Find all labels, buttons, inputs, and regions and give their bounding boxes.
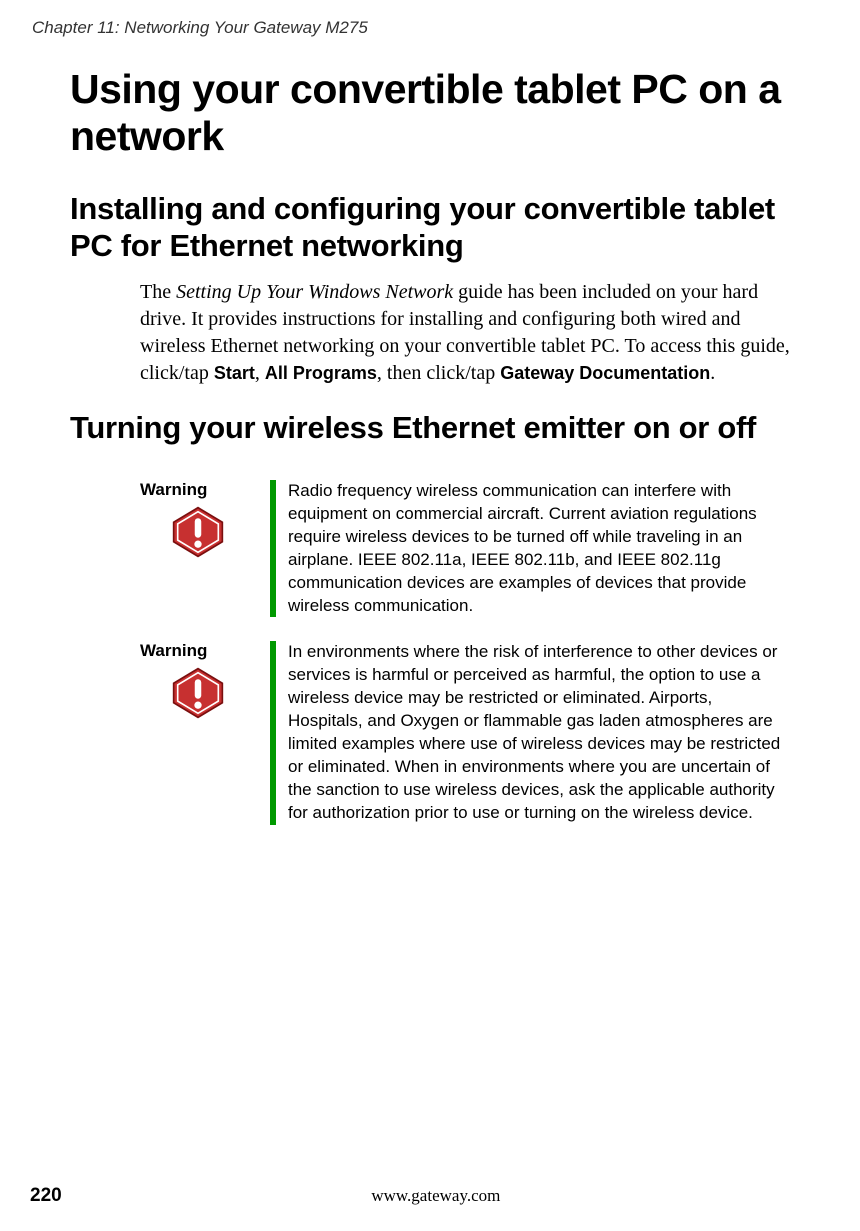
warning-icon (172, 506, 260, 558)
warning-box: Warning Radio frequency wireless communi… (140, 480, 810, 618)
text-fragment: . (710, 362, 715, 384)
text-fragment: , (255, 362, 265, 384)
text-fragment: The (140, 281, 176, 303)
page-title: Using your convertible tablet PC on a ne… (70, 66, 810, 160)
section-heading-install: Installing and configuring your converti… (70, 190, 810, 264)
section-heading-wireless: Turning your wireless Ethernet emitter o… (70, 409, 810, 446)
footer-url: www.gateway.com (371, 1186, 500, 1206)
warning-label: Warning (140, 641, 260, 661)
warning-left-col: Warning (140, 641, 270, 825)
warning-divider-bar (270, 641, 276, 825)
body-paragraph: The Setting Up Your Windows Network guid… (140, 279, 800, 387)
warning-divider-bar (270, 480, 276, 618)
page-number: 220 (30, 1185, 62, 1207)
ui-label-gateway-docs: Gateway Documentation (500, 363, 710, 383)
warning-text: Radio frequency wireless communication c… (288, 480, 810, 618)
ui-label-start: Start (214, 363, 255, 383)
warning-icon (172, 667, 260, 719)
warning-left-col: Warning (140, 480, 270, 618)
warning-box: Warning In environments where the risk o… (140, 641, 810, 825)
warning-label: Warning (140, 480, 260, 500)
page-footer: 220 www.gateway.com (30, 1185, 810, 1207)
text-fragment: , then click/tap (377, 362, 500, 384)
text-italic: Setting Up Your Windows Network (176, 281, 453, 303)
chapter-header: Chapter 11: Networking Your Gateway M275 (32, 18, 810, 38)
warning-text: In environments where the risk of interf… (288, 641, 810, 825)
ui-label-all-programs: All Programs (265, 363, 377, 383)
